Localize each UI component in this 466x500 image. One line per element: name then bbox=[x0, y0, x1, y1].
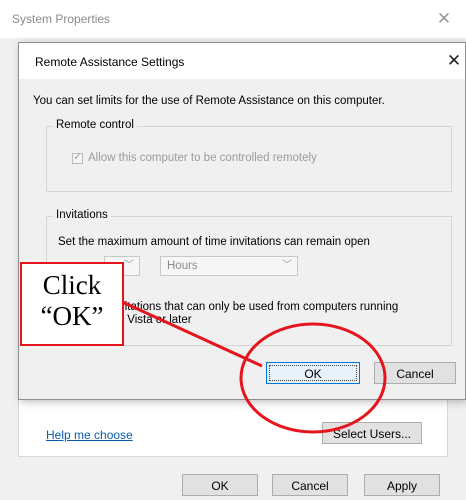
allow-remote-control-label: Allow this computer to be controlled rem… bbox=[88, 152, 317, 164]
dialog-intro-text: You can set limits for the use of Remote… bbox=[33, 95, 385, 107]
check-icon: ✓ bbox=[73, 151, 83, 163]
vista-only-label-line1: invitations that can only be used from c… bbox=[110, 301, 399, 313]
vista-only-label: invitations that can only be used from c… bbox=[110, 301, 398, 327]
remote-control-group-label: Remote control bbox=[53, 119, 137, 131]
help-me-choose-link[interactable]: Help me choose bbox=[46, 428, 133, 442]
dialog-ok-button[interactable]: OK bbox=[266, 362, 360, 384]
outer-apply-button[interactable]: Apply bbox=[364, 474, 440, 496]
callout-line-2: “OK” bbox=[40, 301, 104, 331]
invitation-time-unit-combo[interactable]: Hours ﹀ bbox=[160, 256, 298, 276]
chevron-down-icon: ﹀ bbox=[282, 260, 292, 271]
dialog-close-icon[interactable]: ✕ bbox=[443, 50, 465, 72]
outer-window-title: System Properties bbox=[12, 12, 111, 26]
chevron-down-icon: ﹀ bbox=[124, 260, 134, 271]
click-ok-callout: Click “OK” bbox=[20, 262, 124, 346]
dialog-cancel-button[interactable]: Cancel bbox=[374, 362, 456, 384]
outer-close-icon[interactable]: ✕ bbox=[432, 8, 456, 30]
outer-cancel-button[interactable]: Cancel bbox=[272, 474, 348, 496]
invitation-time-unit-value: Hours bbox=[167, 260, 198, 272]
invitations-group-label: Invitations bbox=[53, 209, 111, 221]
vista-only-label-line2: ws Vista or later bbox=[110, 314, 192, 326]
dialog-title-bar: Remote Assistance Settings ✕ bbox=[19, 43, 465, 79]
allow-remote-control-checkbox[interactable]: ✓ bbox=[72, 151, 83, 164]
dialog-title: Remote Assistance Settings bbox=[35, 55, 185, 69]
outer-title-bar: System Properties ✕ bbox=[0, 0, 466, 38]
invitations-time-text: Set the maximum amount of time invitatio… bbox=[58, 236, 370, 248]
outer-ok-button[interactable]: OK bbox=[182, 474, 258, 496]
callout-line-1: Click bbox=[42, 270, 102, 300]
select-users-button[interactable]: Select Users... bbox=[322, 422, 422, 444]
